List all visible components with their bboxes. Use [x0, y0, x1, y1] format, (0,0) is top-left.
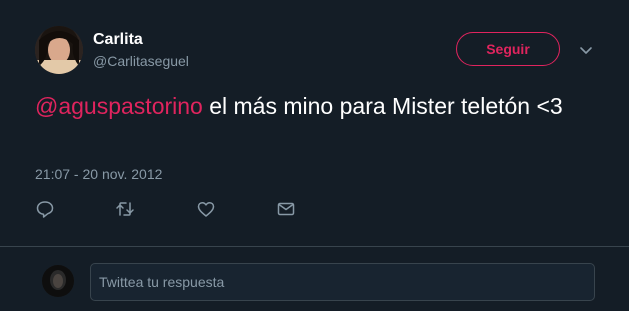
tweet-mention-link[interactable]: @aguspastorino: [35, 93, 203, 119]
tweet-timestamp[interactable]: 21:07 - 20 nov. 2012: [35, 166, 162, 182]
reply-divider: [0, 246, 629, 247]
tweet-body: el más mino para Mister teletón <3: [202, 93, 563, 119]
direct-message-icon[interactable]: [275, 198, 297, 220]
author-avatar[interactable]: [35, 26, 83, 74]
current-user-avatar-image: [42, 265, 74, 297]
author-name[interactable]: Carlita: [93, 31, 143, 49]
current-user-avatar[interactable]: [42, 265, 74, 297]
reply-icon[interactable]: [34, 198, 56, 220]
like-icon[interactable]: [195, 198, 217, 220]
author-avatar-image: [35, 26, 83, 74]
retweet-icon[interactable]: [114, 198, 136, 220]
follow-button[interactable]: Seguir: [456, 32, 560, 66]
tweet-text: @aguspastorino el más mino para Mister t…: [35, 91, 595, 122]
chevron-down-icon[interactable]: [578, 42, 594, 58]
author-handle[interactable]: @Carlitaseguel: [93, 53, 189, 69]
reply-input[interactable]: Twittea tu respuesta: [90, 263, 595, 301]
